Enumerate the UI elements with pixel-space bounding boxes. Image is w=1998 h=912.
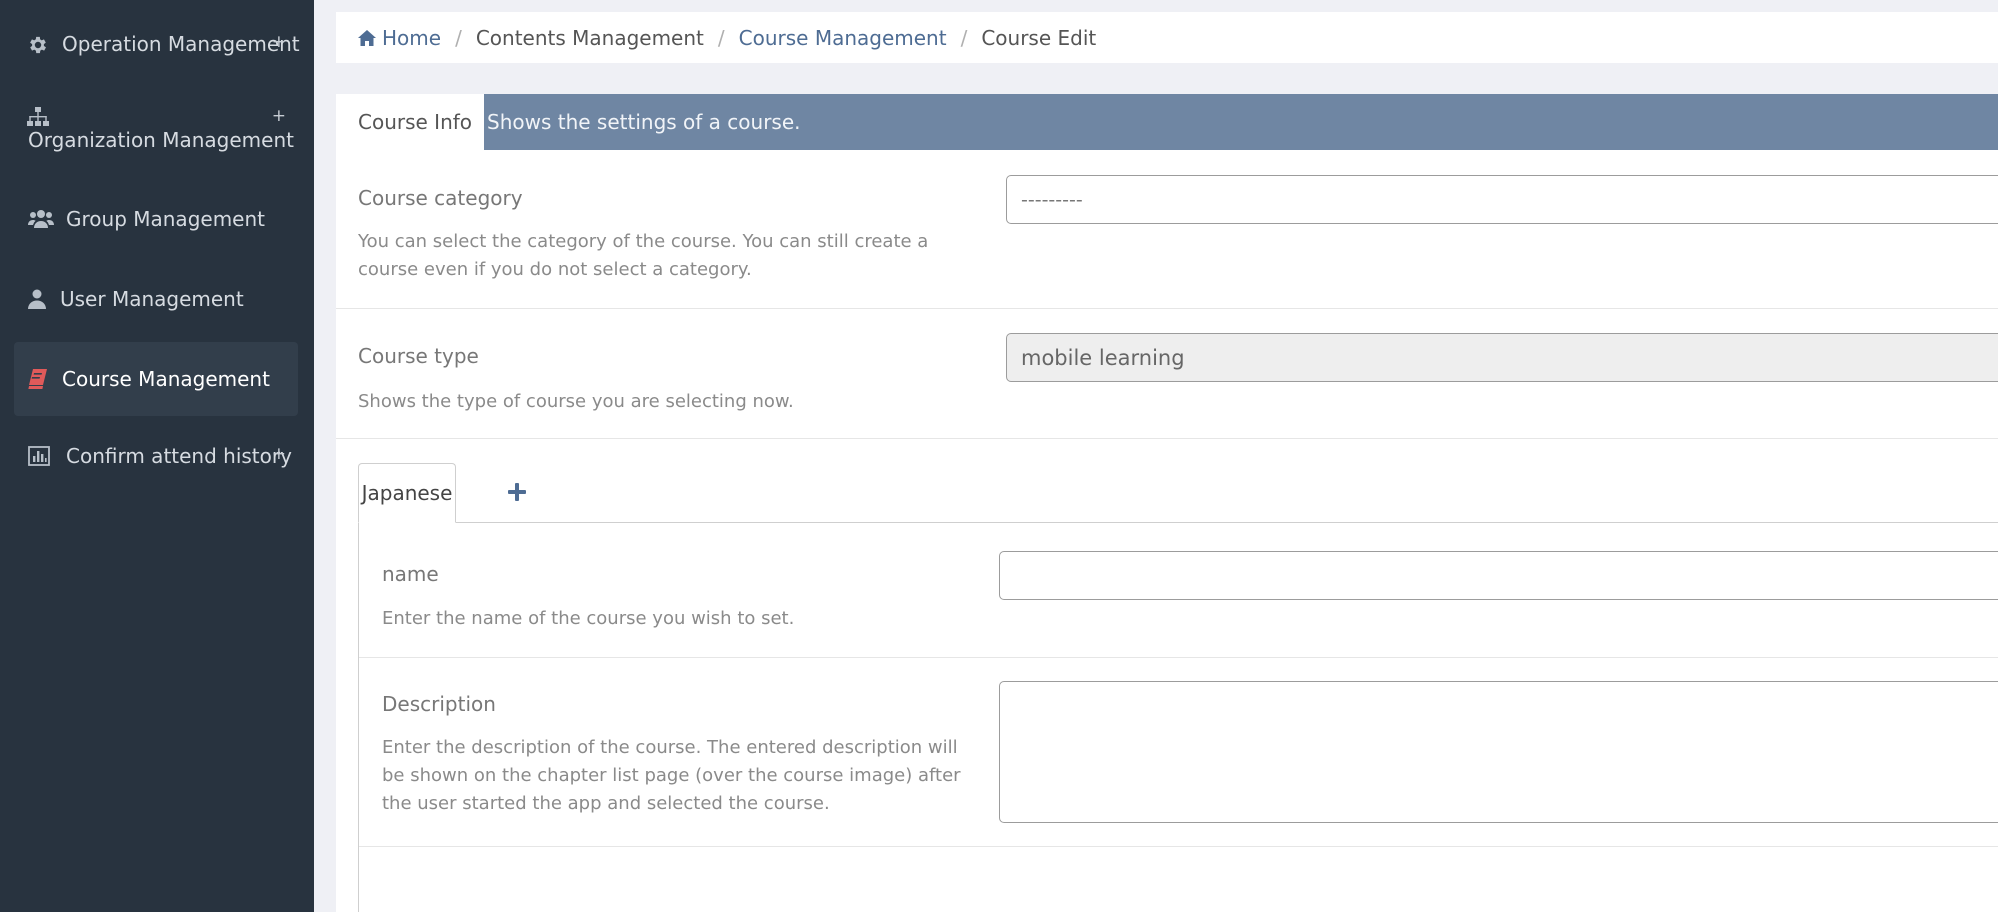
breadcrumb-home-link[interactable]: Home — [382, 26, 441, 50]
breadcrumb: Home / Contents Management / Course Mana… — [336, 12, 1998, 63]
gear-icon — [26, 33, 50, 57]
course-type-input: mobile learning — [1006, 333, 1998, 382]
sidebar-item-confirm-attend-history[interactable]: Confirm attend history + — [14, 432, 298, 482]
breadcrumb-separator: / — [960, 25, 968, 50]
sitemap-icon — [26, 106, 50, 128]
breadcrumb-course-management-link[interactable]: Course Management — [739, 26, 947, 50]
home-icon[interactable] — [358, 29, 376, 46]
breadcrumb-contents-management: Contents Management — [475, 25, 704, 50]
card-header: Course Info Shows the settings of a cour… — [336, 94, 1998, 150]
sidebar-item-operation-management[interactable]: Operation Management + — [14, 20, 300, 70]
bar-chart-icon — [27, 444, 51, 468]
expand-icon[interactable]: + — [272, 106, 286, 126]
sidebar-item-label: Operation Management — [62, 32, 300, 56]
sidebar-item-label: Confirm attend history — [66, 444, 292, 468]
sidebar: Operation Management + Organization Mana… — [0, 0, 314, 912]
sidebar-item-user-management[interactable]: User Management — [14, 274, 298, 324]
sidebar-item-label: Organization Management — [28, 128, 294, 152]
name-input[interactable] — [999, 551, 1998, 600]
row-divider — [336, 438, 1998, 439]
sidebar-item-course-management[interactable]: Course Management — [14, 342, 298, 416]
tab-pane-japanese: name Enter the name of the course you wi… — [358, 523, 1998, 912]
course-type-help: Shows the type of course you are selecti… — [358, 391, 794, 412]
row-divider — [336, 308, 1998, 309]
sidebar-item-label: Course Management — [62, 367, 270, 391]
row-divider — [359, 846, 1998, 847]
breadcrumb-current-page: Course Edit — [981, 25, 1097, 50]
sidebar-item-label: User Management — [60, 287, 244, 311]
course-category-help: You can select the category of the cours… — [358, 231, 929, 280]
course-form: Course category You can select the categ… — [336, 150, 1998, 912]
sidebar-item-organization-management[interactable]: Organization Management + — [14, 98, 298, 158]
course-category-select[interactable]: --------- — [1006, 175, 1998, 224]
book-icon — [27, 368, 49, 390]
course-type-label: Course type — [358, 344, 479, 368]
breadcrumb-separator: / — [455, 25, 462, 50]
breadcrumb-separator: / — [717, 25, 725, 50]
name-label: name — [382, 562, 439, 586]
sidebar-item-group-management[interactable]: Group Management — [14, 194, 298, 244]
plus-icon — [508, 483, 526, 501]
user-icon — [27, 288, 47, 310]
expand-icon[interactable]: + — [272, 444, 286, 464]
add-language-button[interactable] — [502, 477, 532, 507]
name-help: Enter the name of the course you wish to… — [382, 608, 795, 629]
course-category-label: Course category — [358, 186, 523, 210]
card-description: Shows the settings of a course. — [487, 110, 801, 134]
description-textarea[interactable] — [999, 681, 1998, 823]
description-label: Description — [382, 692, 496, 716]
description-help: Enter the description of the course. The… — [382, 737, 961, 814]
tab-course-info[interactable]: Course Info — [336, 94, 484, 150]
sidebar-item-label: Group Management — [66, 207, 265, 231]
tab-japanese[interactable]: Japanese — [358, 463, 456, 523]
users-icon — [28, 208, 54, 230]
expand-icon[interactable]: + — [272, 32, 286, 52]
row-divider — [359, 657, 1998, 658]
